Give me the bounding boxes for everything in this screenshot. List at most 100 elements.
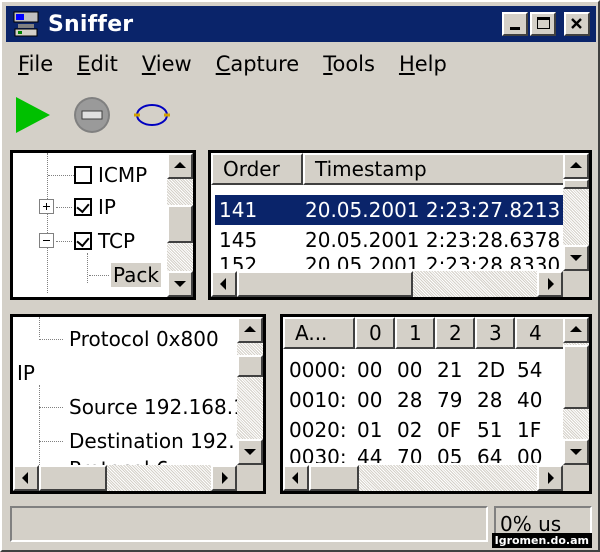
scroll-right-button[interactable] [211, 465, 237, 491]
menu-view[interactable]: View [130, 52, 204, 76]
column-label: Timestamp [315, 157, 427, 181]
stop-icon [74, 97, 110, 133]
scroll-up-button[interactable] [563, 317, 589, 343]
checked-node-icon [74, 198, 92, 216]
menu-edit[interactable]: Edit [65, 52, 130, 76]
column-header-order[interactable]: Order [211, 153, 303, 185]
packet-details-panel: Protocol 0x800 IP Source 192.168.1 Desti… [10, 314, 266, 494]
hex-vscrollbar[interactable] [563, 317, 589, 465]
arrow-up-icon [244, 326, 256, 332]
column-header-byte[interactable]: 1 [395, 317, 435, 349]
detail-item[interactable]: Destination 192.1 [39, 425, 247, 457]
scroll-right-button[interactable] [537, 271, 563, 297]
column-header-timestamp[interactable]: Timestamp [303, 153, 569, 185]
hex-byte: 79 [437, 388, 463, 412]
maximize-icon [537, 17, 550, 29]
packet-row[interactable]: 152 20.05.2001 2:23:28.8330 [215, 253, 563, 269]
scroll-thumb[interactable] [237, 271, 413, 297]
hex-row[interactable]: 0020: 01 02 0F 51 1F [289, 415, 557, 445]
packet-order: 145 [219, 228, 258, 252]
hex-byte: 0F [437, 418, 462, 442]
protocol-tree-vscrollbar[interactable] [167, 153, 193, 297]
tree-item-packet[interactable]: Pack [89, 259, 161, 291]
stop-capture-button[interactable] [70, 93, 114, 137]
scroll-thumb[interactable] [39, 465, 107, 491]
menu-capture[interactable]: Capture [204, 52, 312, 76]
menu-file-label: ile [28, 52, 54, 76]
menu-file[interactable]: File [6, 52, 65, 76]
close-button[interactable] [564, 12, 590, 36]
hex-byte: 28 [397, 388, 423, 412]
hex-row[interactable]: 0030: 44 70 05 64 00 [289, 445, 557, 463]
scroll-down-button[interactable] [167, 271, 193, 297]
scroll-corner [237, 465, 263, 491]
menu-file-mnemonic: F [18, 52, 29, 76]
hex-byte: 00 [397, 358, 423, 382]
scroll-up-button[interactable] [563, 153, 589, 179]
hex-row[interactable]: 0000: 00 00 21 2D 54 [289, 355, 557, 385]
scroll-thumb[interactable] [237, 355, 263, 377]
detail-item[interactable]: Protocol 0x800 [39, 323, 219, 355]
minimize-icon [510, 27, 520, 30]
start-capture-button[interactable] [10, 93, 54, 137]
menu-help[interactable]: Help [387, 52, 459, 76]
column-label: 4 [529, 321, 542, 345]
tree-item-icmp[interactable]: ICMP [39, 159, 147, 191]
scroll-right-button[interactable] [537, 465, 563, 491]
column-label: A... [295, 321, 328, 345]
hex-byte: 51 [477, 418, 503, 442]
column-header-byte[interactable]: 0 [355, 317, 395, 349]
menu-tools[interactable]: Tools [311, 52, 387, 76]
title-bar[interactable]: Sniffer [6, 6, 596, 42]
hex-byte: 44 [357, 445, 383, 463]
scroll-up-button[interactable] [167, 153, 193, 179]
checked-node-icon [74, 232, 92, 250]
scroll-left-button[interactable] [283, 465, 309, 491]
scroll-up-button[interactable] [237, 317, 263, 343]
node-icon [74, 166, 92, 184]
packet-list-panel: Order Timestamp 141 20.05.2001 2:23:27.8… [208, 150, 592, 300]
column-header-byte[interactable]: 2 [435, 317, 475, 349]
hex-row[interactable]: 0010: 00 28 79 28 40 [289, 385, 557, 415]
scroll-thumb[interactable] [309, 465, 359, 491]
hex-hscrollbar[interactable] [283, 465, 563, 491]
maximize-button[interactable] [530, 12, 556, 36]
scroll-thumb[interactable] [563, 179, 589, 189]
packet-row[interactable]: 145 20.05.2001 2:23:28.6378 [215, 225, 563, 255]
menu-view-mnemonic: V [141, 52, 156, 76]
arrow-up-icon [570, 326, 582, 332]
packet-list-vscrollbar[interactable] [563, 153, 589, 271]
protocol-tree-panel: ICMP IP TCP Pack [10, 150, 196, 300]
expand-icon[interactable] [39, 199, 54, 214]
scroll-down-button[interactable] [237, 439, 263, 465]
column-label: 3 [489, 321, 502, 345]
tree-item-ip[interactable]: IP [29, 191, 116, 223]
detail-item-label: IP [17, 361, 35, 385]
scroll-thumb[interactable] [563, 345, 589, 409]
restart-capture-button[interactable] [130, 93, 174, 137]
minimize-button[interactable] [502, 12, 528, 36]
detail-item[interactable]: Source 192.168.1 [39, 391, 246, 423]
packet-list-hscrollbar[interactable] [211, 271, 563, 297]
scroll-down-button[interactable] [563, 439, 589, 465]
packet-order: 141 [219, 198, 258, 222]
packet-row[interactable]: 141 20.05.2001 2:23:27.8213 [214, 194, 564, 226]
menu-capture-mnemonic: C [215, 52, 231, 76]
details-hscrollbar[interactable] [13, 465, 237, 491]
scroll-thumb[interactable] [167, 205, 193, 243]
column-header-address[interactable]: A... [283, 317, 355, 349]
tree-item-tcp[interactable]: TCP [29, 225, 135, 257]
scroll-down-button[interactable] [563, 245, 589, 271]
column-header-byte[interactable]: 4 [515, 317, 565, 349]
arrow-right-icon [222, 472, 228, 484]
column-header-byte[interactable]: 3 [475, 317, 515, 349]
hex-address: 0020: [289, 418, 347, 442]
details-vscrollbar[interactable] [237, 317, 263, 465]
hex-byte: 05 [437, 445, 463, 463]
scroll-left-button[interactable] [211, 271, 237, 297]
hex-byte: 00 [357, 388, 383, 412]
detail-item[interactable]: IP [17, 357, 35, 389]
scroll-left-button[interactable] [13, 465, 39, 491]
hex-byte: 00 [517, 445, 543, 463]
collapse-icon[interactable] [39, 233, 54, 248]
